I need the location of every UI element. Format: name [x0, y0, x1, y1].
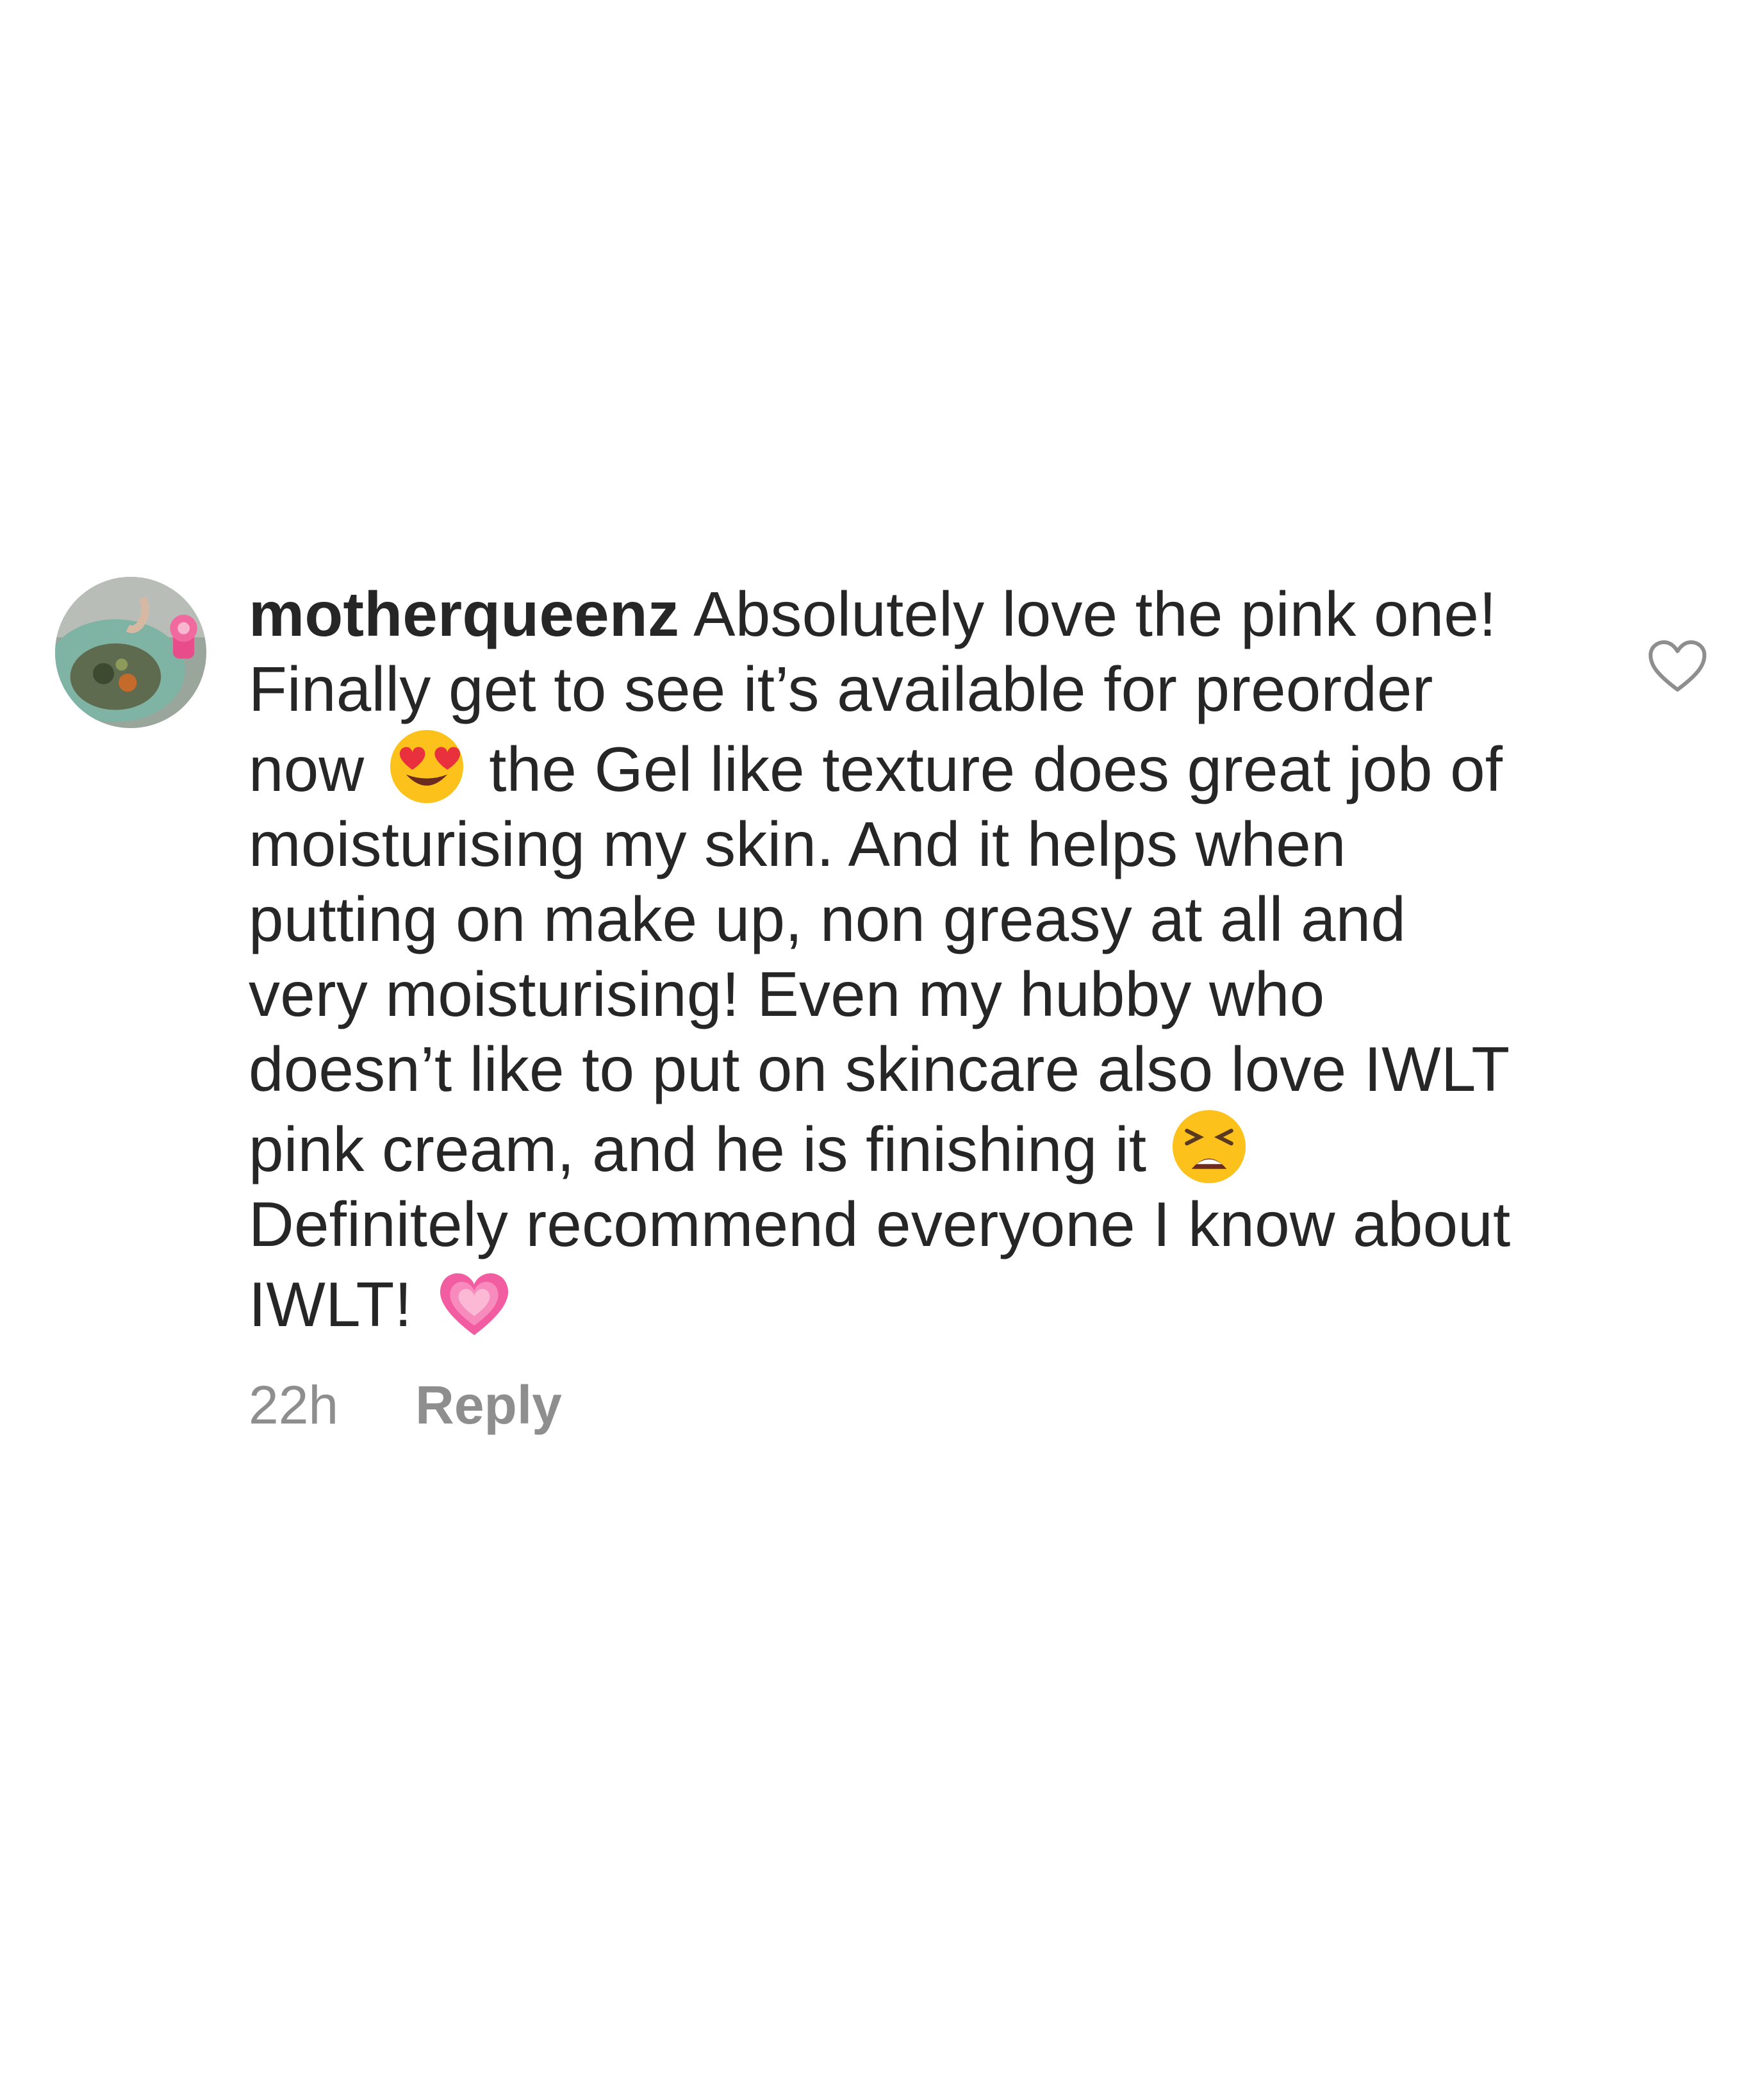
comment-body: motherqueenz Absolutely love the pink on… [249, 577, 1524, 1436]
comment-meta: 22h Reply [249, 1374, 1524, 1436]
like-button[interactable] [1647, 638, 1708, 695]
comment-timestamp: 22h [249, 1375, 339, 1435]
growing-heart-emoji [434, 1262, 514, 1341]
avatar[interactable] [55, 577, 206, 728]
heart-outline-icon [1649, 640, 1706, 692]
avatar-image [55, 577, 206, 728]
comment-username[interactable]: motherqueenz [249, 579, 679, 649]
comment-text: motherqueenz Absolutely love the pink on… [249, 577, 1524, 1342]
reply-button[interactable]: Reply [415, 1374, 562, 1436]
tired-face-emoji [1169, 1107, 1249, 1186]
heart-eyes-emoji [387, 727, 466, 806]
